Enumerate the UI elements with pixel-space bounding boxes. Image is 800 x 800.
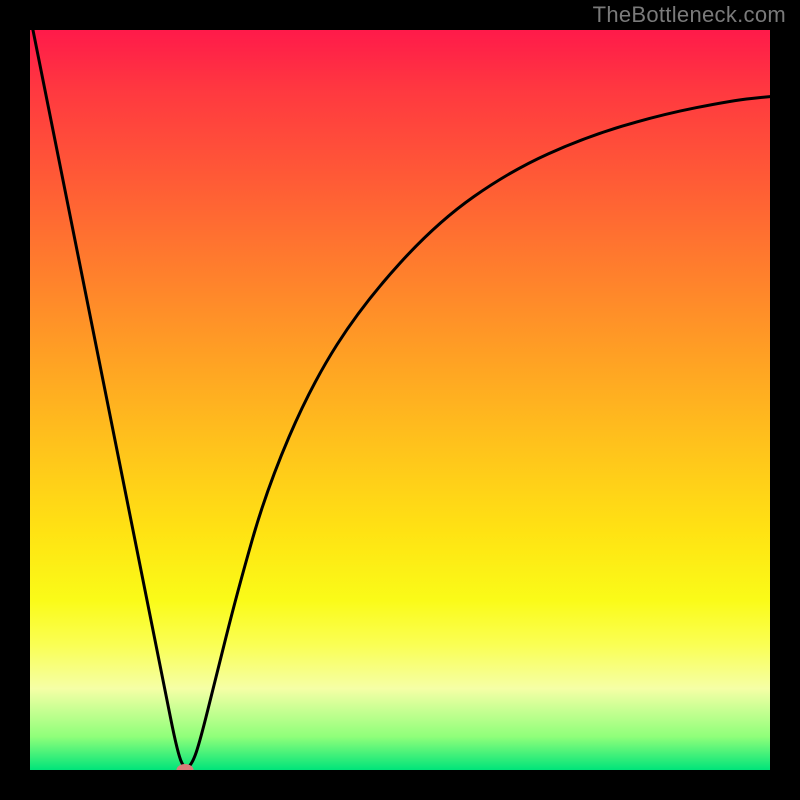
minimum-point-marker (177, 764, 194, 770)
bottleneck-curve (30, 30, 770, 770)
chart-frame: TheBottleneck.com (0, 0, 800, 800)
plot-area (30, 30, 770, 770)
watermark-text: TheBottleneck.com (593, 2, 786, 28)
